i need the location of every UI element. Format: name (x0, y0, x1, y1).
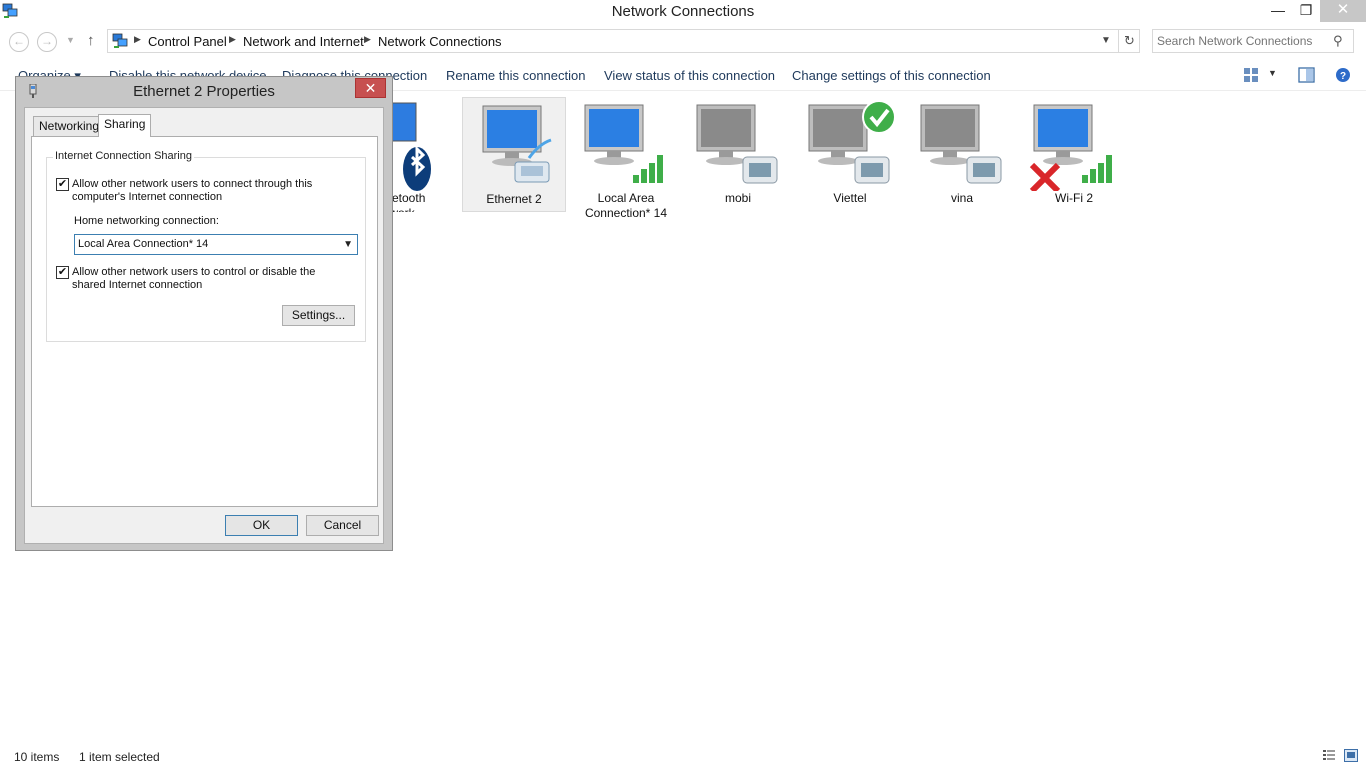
ethernet-properties-dialog: Ethernet 2 Properties ✕ Networking Shari… (15, 76, 393, 551)
dialup-phone-icon (920, 104, 1002, 184)
search-box[interactable]: ⚲ (1152, 29, 1354, 53)
cancel-button[interactable]: Cancel (306, 515, 379, 536)
connection-item-wifi-2[interactable]: Wi-Fi 2 (1022, 97, 1126, 212)
home-networking-select[interactable]: Local Area Connection* 14 ▼ (74, 234, 358, 255)
breadcrumb-separator-icon[interactable]: ▶ (229, 34, 236, 45)
dialog-title: Ethernet 2 Properties (133, 83, 275, 100)
home-networking-value: Local Area Connection* 14 (78, 238, 209, 250)
connection-item-viettel[interactable]: Viettel (798, 97, 902, 212)
sharing-tab-panel: Internet Connection Sharing ✔ Allow othe… (31, 136, 378, 507)
dialup-connected-icon (808, 100, 895, 184)
connection-item-ethernet-2[interactable]: Ethernet 2 (462, 97, 566, 212)
search-input[interactable] (1157, 33, 1327, 49)
details-view-icon[interactable] (1322, 749, 1336, 762)
dialog-body: Networking Sharing Internet Connection S… (24, 107, 384, 544)
connection-label: Local Area (597, 191, 655, 205)
allow-connect-checkbox[interactable]: ✔ (56, 178, 69, 191)
connection-label: Ethernet 2 (486, 192, 542, 206)
window-title: Network Connections (611, 3, 755, 20)
forward-arrow-icon[interactable]: → (37, 32, 57, 52)
maximize-button[interactable]: ❐ (1292, 0, 1320, 22)
control-panel-icon (112, 33, 128, 48)
search-icon[interactable]: ⚲ (1333, 33, 1343, 49)
ethernet-icon (482, 105, 552, 183)
dialog-close-button[interactable]: ✕ (355, 78, 386, 98)
connection-label: Wi-Fi 2 (1055, 191, 1093, 205)
chevron-down-icon: ▼ (343, 239, 353, 250)
connection-label: vina (950, 191, 973, 205)
connection-label: Viettel (833, 191, 867, 205)
change-settings-command[interactable]: Change settings of this connection (792, 68, 991, 83)
selection-count: 1 item selected (79, 750, 160, 764)
breadcrumb-control-panel[interactable]: Control Panel (148, 34, 227, 49)
view-status-command[interactable]: View status of this connection (604, 68, 775, 83)
breadcrumb-separator-icon[interactable]: ▶ (364, 34, 371, 45)
preview-pane-icon[interactable] (1298, 67, 1315, 83)
breadcrumb-network-connections[interactable]: Network Connections (378, 34, 502, 49)
connection-item-mobi[interactable]: mobi (686, 97, 790, 212)
dialog-title-bar[interactable]: Ethernet 2 Properties ✕ (16, 77, 392, 105)
address-row: ← → ▼ ↑ ▶ Control Panel ▶ Network and In… (0, 23, 1366, 59)
large-icons-view-icon[interactable] (1344, 749, 1358, 762)
allow-connect-label: Allow other network users to connect thr… (72, 178, 313, 203)
minimize-button[interactable]: — (1264, 0, 1292, 22)
back-arrow-icon[interactable]: ← (9, 32, 29, 52)
allow-control-label: Allow other network users to control or … (72, 266, 316, 291)
address-bar[interactable]: ▶ Control Panel ▶ Network and Internet ▶… (107, 29, 1140, 53)
recent-locations-chevron-icon[interactable]: ▼ (66, 35, 75, 45)
close-button[interactable]: ✕ (1320, 0, 1366, 22)
up-arrow-icon[interactable]: ↑ (87, 32, 95, 49)
status-bar: 10 items 1 item selected (0, 745, 1366, 768)
connection-item-vina[interactable]: vina (910, 97, 1014, 212)
ok-button[interactable]: OK (225, 515, 298, 536)
rename-connection-command[interactable]: Rename this connection (446, 68, 585, 83)
change-view-icon[interactable] (1243, 67, 1259, 83)
title-bar: Network Connections — ❐ ✕ (0, 0, 1366, 23)
view-options-chevron-icon[interactable]: ▼ (1268, 68, 1277, 78)
settings-button[interactable]: Settings... (282, 305, 355, 326)
signal-bars-icon (584, 104, 663, 183)
help-icon[interactable]: ? (1335, 67, 1351, 83)
address-dropdown-chevron-icon[interactable]: ▼ (1098, 32, 1114, 50)
item-count: 10 items (14, 750, 60, 764)
allow-control-checkbox[interactable]: ✔ (56, 266, 69, 279)
home-networking-label: Home networking connection: (74, 215, 219, 227)
wifi-disconnected-icon (1029, 104, 1112, 191)
breadcrumb-separator-icon[interactable]: ▶ (134, 34, 141, 45)
breadcrumb-network-and-internet[interactable]: Network and Internet (243, 34, 364, 49)
connection-label: Connection* 14 (584, 206, 668, 220)
svg-text:?: ? (1340, 71, 1346, 82)
group-title: Internet Connection Sharing (53, 150, 194, 162)
tab-networking[interactable]: Networking (33, 116, 106, 136)
dialup-phone-icon (696, 104, 778, 184)
connection-item-local-area-connection-14[interactable]: Local Area Connection* 14 (574, 97, 678, 220)
connection-label: mobi (724, 191, 751, 205)
refresh-icon[interactable]: ↻ (1118, 30, 1140, 52)
internet-connection-sharing-group: Internet Connection Sharing ✔ Allow othe… (46, 150, 366, 342)
tab-sharing[interactable]: Sharing (98, 114, 152, 137)
